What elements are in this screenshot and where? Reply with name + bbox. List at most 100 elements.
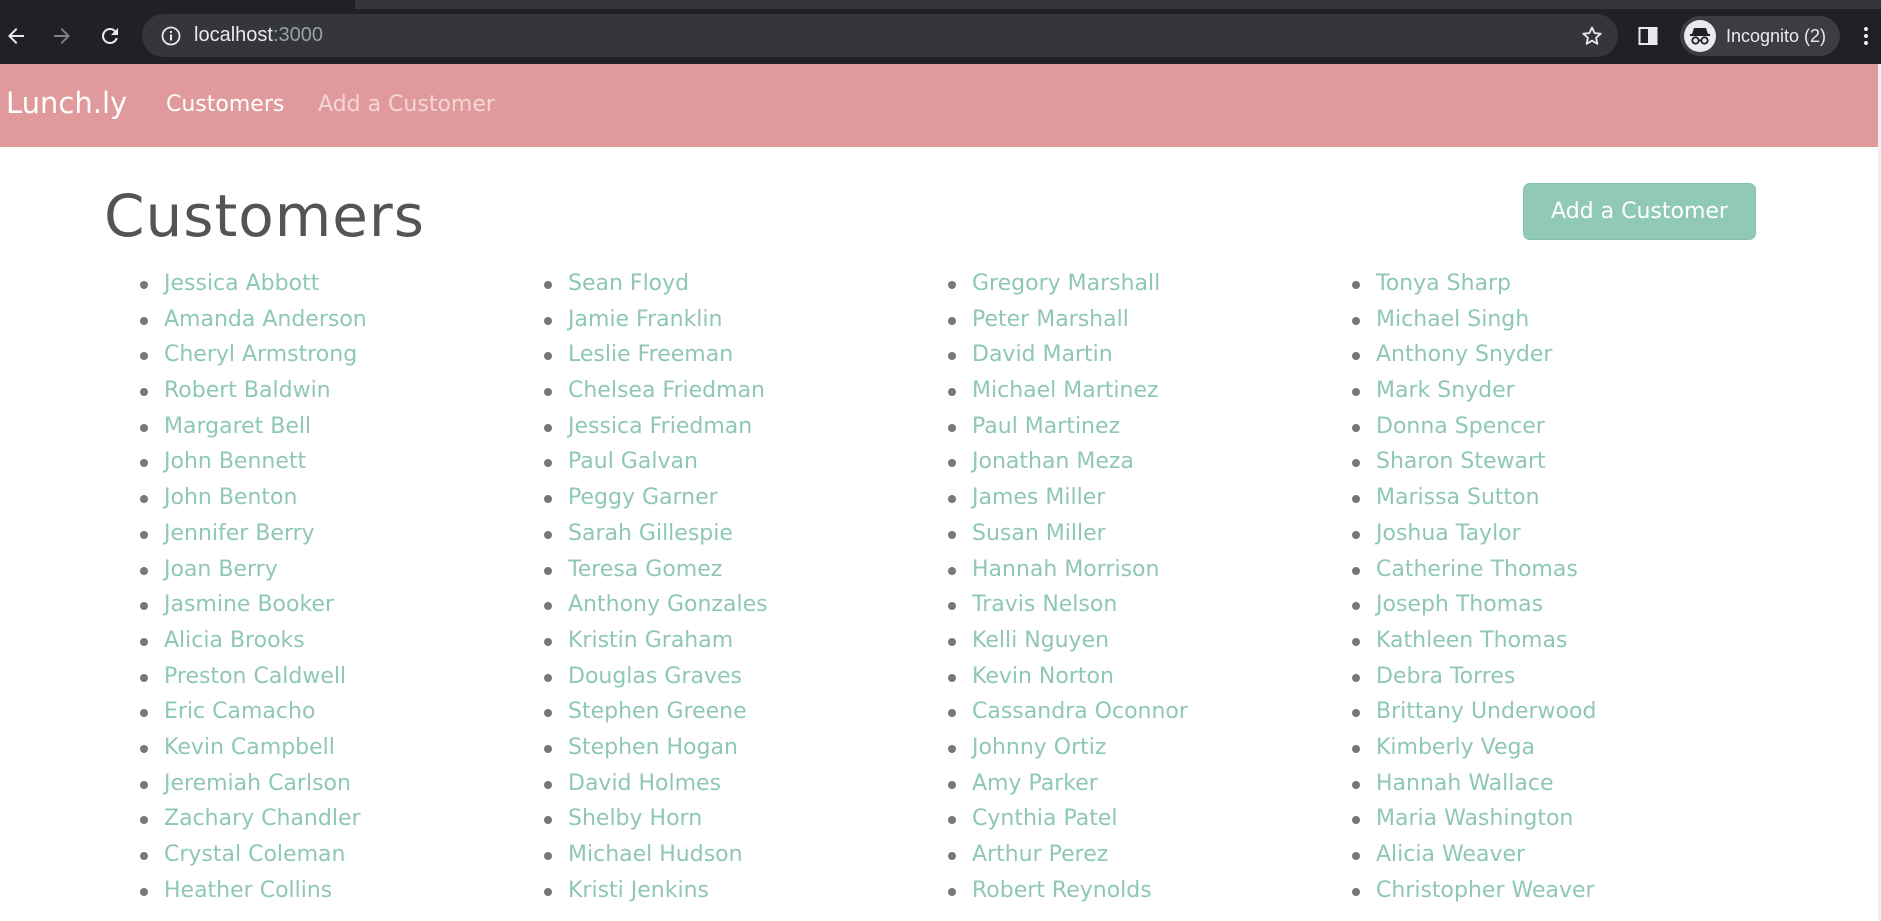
customer-link[interactable]: David Martin xyxy=(972,342,1113,367)
customer-link[interactable]: Margaret Bell xyxy=(164,414,311,439)
customer-link[interactable]: Sean Floyd xyxy=(568,271,689,296)
customer-link[interactable]: Leslie Freeman xyxy=(568,342,733,367)
customer-link[interactable]: Chelsea Friedman xyxy=(568,378,765,403)
customer-link[interactable]: Brittany Underwood xyxy=(1376,699,1596,724)
customer-link[interactable]: Jeremiah Carlson xyxy=(164,771,351,796)
customer-link[interactable]: Alicia Brooks xyxy=(164,628,305,653)
customer-link[interactable]: Preston Caldwell xyxy=(164,664,346,689)
customer-link[interactable]: Kevin Norton xyxy=(972,664,1114,689)
bullet-icon xyxy=(140,281,148,289)
kebab-menu-icon[interactable] xyxy=(1862,24,1870,48)
customer-link[interactable]: Zachary Chandler xyxy=(164,806,361,831)
customer-link[interactable]: Kristi Jenkins xyxy=(568,878,709,903)
reload-button[interactable] xyxy=(94,20,126,52)
customer-link[interactable]: John Benton xyxy=(164,485,297,510)
star-icon[interactable] xyxy=(1580,24,1604,48)
customer-list-item: Kevin Norton xyxy=(948,659,1352,695)
forward-button[interactable] xyxy=(46,20,78,52)
customer-link[interactable]: Debra Torres xyxy=(1376,664,1515,689)
customer-link[interactable]: Peggy Garner xyxy=(568,485,718,510)
customer-link[interactable]: Mark Snyder xyxy=(1376,378,1515,403)
customer-link[interactable]: Hannah Wallace xyxy=(1376,771,1554,796)
customer-list-item: Jasmine Booker xyxy=(140,587,544,623)
customer-link[interactable]: Jonathan Meza xyxy=(972,449,1134,474)
customer-link[interactable]: Stephen Hogan xyxy=(568,735,738,760)
customer-link[interactable]: Christopher Weaver xyxy=(1376,878,1595,903)
back-button[interactable] xyxy=(0,20,32,52)
address-bar[interactable]: localhost:3000 xyxy=(142,14,1618,57)
customer-link[interactable]: Joan Berry xyxy=(164,557,278,582)
customer-link[interactable]: Hannah Morrison xyxy=(972,557,1159,582)
customer-link[interactable]: Michael Martinez xyxy=(972,378,1159,403)
customer-link[interactable]: Robert Baldwin xyxy=(164,378,331,403)
customer-link[interactable]: Kelli Nguyen xyxy=(972,628,1109,653)
customer-link[interactable]: Stephen Greene xyxy=(568,699,747,724)
customer-link[interactable]: Eric Camacho xyxy=(164,699,315,724)
nav-link-customers[interactable]: Customers xyxy=(166,92,284,117)
customer-link[interactable]: Amy Parker xyxy=(972,771,1098,796)
customer-list-item: Chelsea Friedman xyxy=(544,373,948,409)
customer-link[interactable]: Travis Nelson xyxy=(972,592,1117,617)
browser-toolbar: localhost:3000 Incognito (2) xyxy=(0,0,1881,64)
incognito-label: Incognito (2) xyxy=(1726,26,1827,46)
customer-link[interactable]: James Miller xyxy=(972,485,1105,510)
bullet-icon xyxy=(948,459,956,468)
customer-link[interactable]: Kimberly Vega xyxy=(1376,735,1535,760)
customer-link[interactable]: Paul Galvan xyxy=(568,449,698,474)
customer-link[interactable]: Johnny Ortiz xyxy=(972,735,1106,760)
customer-link[interactable]: Alicia Weaver xyxy=(1376,842,1525,867)
customer-list-item: Douglas Graves xyxy=(544,659,948,695)
customer-link[interactable]: Sharon Stewart xyxy=(1376,449,1546,474)
customer-link[interactable]: Kevin Campbell xyxy=(164,735,335,760)
bullet-icon xyxy=(948,744,956,753)
customer-link[interactable]: Amanda Anderson xyxy=(164,307,367,332)
customer-link[interactable]: Gregory Marshall xyxy=(972,271,1160,296)
customer-link[interactable]: Susan Miller xyxy=(972,521,1106,546)
customer-link[interactable]: Jennifer Berry xyxy=(164,521,315,546)
info-icon[interactable] xyxy=(160,25,182,47)
customer-link[interactable]: Crystal Coleman xyxy=(164,842,345,867)
customer-link[interactable]: Maria Washington xyxy=(1376,806,1573,831)
customer-link[interactable]: Jasmine Booker xyxy=(164,592,334,617)
customer-link[interactable]: John Bennett xyxy=(164,449,306,474)
incognito-profile-button[interactable]: Incognito (2) xyxy=(1680,16,1840,56)
customer-link[interactable]: Cheryl Armstrong xyxy=(164,342,357,367)
customer-link[interactable]: Catherine Thomas xyxy=(1376,557,1578,582)
customer-link[interactable]: Michael Hudson xyxy=(568,842,743,867)
customer-list-item: Cassandra Oconnor xyxy=(948,694,1352,730)
customer-link[interactable]: Paul Martinez xyxy=(972,414,1120,439)
customer-link[interactable]: Jessica Friedman xyxy=(568,414,752,439)
customer-link[interactable]: Robert Reynolds xyxy=(972,878,1152,903)
customer-link[interactable]: Joseph Thomas xyxy=(1376,592,1543,617)
customer-link[interactable]: Michael Singh xyxy=(1376,307,1529,332)
customer-link[interactable]: Sarah Gillespie xyxy=(568,521,733,546)
brand-link[interactable]: Lunch.ly xyxy=(6,86,127,120)
bullet-icon xyxy=(544,316,552,325)
customer-link[interactable]: Donna Spencer xyxy=(1376,414,1545,439)
customer-link[interactable]: Shelby Horn xyxy=(568,806,702,831)
customer-link[interactable]: Douglas Graves xyxy=(568,664,742,689)
customer-link[interactable]: Jessica Abbott xyxy=(164,271,319,296)
customer-link[interactable]: Kathleen Thomas xyxy=(1376,628,1567,653)
customer-list-item: Jonathan Meza xyxy=(948,444,1352,480)
customer-list-item: Maria Washington xyxy=(1352,801,1756,837)
nav-link-add-customer[interactable]: Add a Customer xyxy=(318,92,495,117)
customer-link[interactable]: Cassandra Oconnor xyxy=(972,699,1188,724)
customer-link[interactable]: Anthony Gonzales xyxy=(568,592,768,617)
customer-list-item: Paul Galvan xyxy=(544,444,948,480)
customer-link[interactable]: Anthony Snyder xyxy=(1376,342,1552,367)
customer-link[interactable]: Kristin Graham xyxy=(568,628,733,653)
add-customer-button[interactable]: Add a Customer xyxy=(1523,183,1756,240)
customer-link[interactable]: Heather Collins xyxy=(164,878,332,903)
customer-link[interactable]: Teresa Gomez xyxy=(568,557,722,582)
customer-link[interactable]: Arthur Perez xyxy=(972,842,1108,867)
customer-link[interactable]: Jamie Franklin xyxy=(568,307,722,332)
customer-link[interactable]: Joshua Taylor xyxy=(1376,521,1521,546)
customer-link[interactable]: Cynthia Patel xyxy=(972,806,1118,831)
bullet-icon xyxy=(1352,852,1360,860)
side-panel-icon[interactable] xyxy=(1636,24,1660,48)
customer-link[interactable]: Peter Marshall xyxy=(972,307,1129,332)
customer-link[interactable]: Tonya Sharp xyxy=(1376,271,1511,296)
customer-link[interactable]: David Holmes xyxy=(568,771,721,796)
customer-link[interactable]: Marissa Sutton xyxy=(1376,485,1540,510)
